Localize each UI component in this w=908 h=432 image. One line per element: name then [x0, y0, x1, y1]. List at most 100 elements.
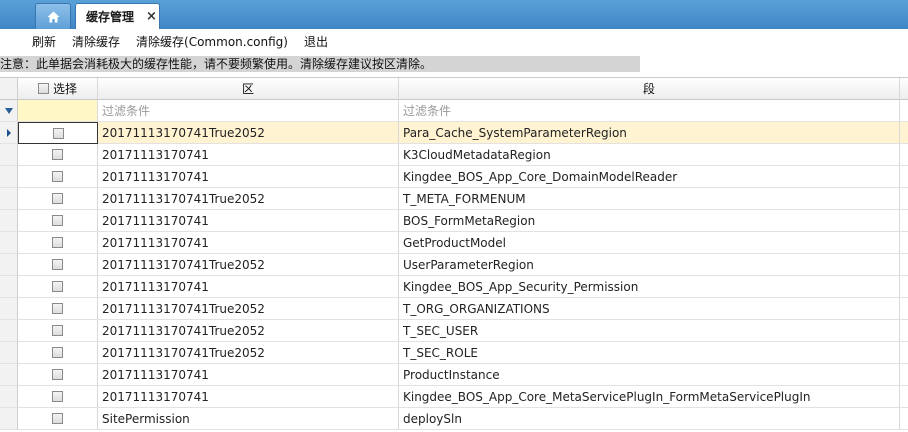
- table-row[interactable]: 20171113170741 Kingdee_BOS_App_Core_MetaS…: [0, 386, 908, 408]
- row-filler: [900, 408, 908, 430]
- row-header[interactable]: [0, 122, 18, 144]
- table-row[interactable]: 20171113170741True2052 T_ORG_ORGANIZATION…: [0, 298, 908, 320]
- row-checkbox[interactable]: [52, 127, 64, 139]
- select-filter-cell[interactable]: [18, 100, 98, 122]
- row-header[interactable]: [0, 232, 18, 254]
- segment-cell[interactable]: Kingdee_BOS_App_Security_Permission: [399, 276, 900, 298]
- row-checkbox[interactable]: [52, 391, 63, 402]
- row-checkbox[interactable]: [52, 259, 63, 270]
- region-cell[interactable]: 20171113170741: [98, 210, 399, 232]
- row-select-cell[interactable]: [18, 386, 98, 408]
- row-select-cell[interactable]: [18, 276, 98, 298]
- row-header[interactable]: [0, 342, 18, 364]
- row-select-cell[interactable]: [18, 364, 98, 386]
- clear-common-cache-button[interactable]: 清除缓存(Common.config): [128, 31, 296, 53]
- row-select-cell[interactable]: [18, 408, 98, 430]
- region-cell[interactable]: 20171113170741: [98, 364, 399, 386]
- table-row[interactable]: 20171113170741 GetProductModel: [0, 232, 908, 254]
- row-checkbox[interactable]: [52, 347, 63, 358]
- region-cell[interactable]: 20171113170741True2052: [98, 254, 399, 276]
- segment-cell[interactable]: T_ORG_ORGANIZATIONS: [399, 298, 900, 320]
- table-row[interactable]: 20171113170741True2052 T_SEC_ROLE: [0, 342, 908, 364]
- table-row[interactable]: 20171113170741 Kingdee_BOS_App_Security_P…: [0, 276, 908, 298]
- row-header[interactable]: [0, 298, 18, 320]
- row-checkbox[interactable]: [52, 325, 63, 336]
- table-row[interactable]: 20171113170741True2052 UserParameterRegio…: [0, 254, 908, 276]
- segment-cell[interactable]: T_META_FORMENUM: [399, 188, 900, 210]
- segment-cell[interactable]: GetProductModel: [399, 232, 900, 254]
- segment-cell[interactable]: T_SEC_USER: [399, 320, 900, 342]
- row-checkbox[interactable]: [52, 237, 63, 248]
- segment-cell[interactable]: T_SEC_ROLE: [399, 342, 900, 364]
- row-select-cell[interactable]: [18, 232, 98, 254]
- row-header[interactable]: [0, 408, 18, 430]
- row-select-cell[interactable]: [18, 166, 98, 188]
- row-checkbox[interactable]: [52, 413, 63, 424]
- close-icon[interactable]: ×: [146, 9, 157, 24]
- segment-cell[interactable]: Kingdee_BOS_App_Core_DomainModelReader: [399, 166, 900, 188]
- row-header[interactable]: [0, 254, 18, 276]
- row-select-cell[interactable]: [18, 320, 98, 342]
- select-all-checkbox[interactable]: [37, 83, 49, 94]
- row-checkbox[interactable]: [52, 149, 63, 160]
- row-checkbox[interactable]: [52, 193, 63, 204]
- region-cell[interactable]: 20171113170741: [98, 386, 399, 408]
- region-cell[interactable]: 20171113170741True2052: [98, 342, 399, 364]
- tab-cache-management[interactable]: 缓存管理 ×: [75, 3, 160, 29]
- row-checkbox[interactable]: [52, 303, 63, 314]
- segment-filter-input[interactable]: 过滤条件: [399, 100, 900, 122]
- segment-cell[interactable]: Kingdee_BOS_App_Core_MetaServicePlugIn_F…: [399, 386, 900, 408]
- refresh-button[interactable]: 刷新: [24, 31, 64, 53]
- row-select-cell[interactable]: [18, 210, 98, 232]
- segment-cell[interactable]: deploySln: [399, 408, 900, 430]
- row-select-cell[interactable]: [18, 298, 98, 320]
- row-select-cell[interactable]: [18, 144, 98, 166]
- row-select-cell[interactable]: [18, 188, 98, 210]
- clear-cache-button[interactable]: 清除缓存: [64, 31, 128, 53]
- select-all-header[interactable]: 选择: [18, 78, 98, 100]
- table-row[interactable]: 20171113170741 Kingdee_BOS_App_Core_Domai…: [0, 166, 908, 188]
- table-row[interactable]: 20171113170741True2052 T_META_FORMENUM: [0, 188, 908, 210]
- exit-button[interactable]: 退出: [296, 31, 336, 53]
- table-row[interactable]: 20171113170741 BOS_FormMetaRegion: [0, 210, 908, 232]
- table-row[interactable]: 20171113170741 ProductInstance: [0, 364, 908, 386]
- region-cell[interactable]: 20171113170741: [98, 144, 399, 166]
- region-cell[interactable]: 20171113170741: [98, 276, 399, 298]
- table-row[interactable]: 20171113170741True2052 Para_Cache_SystemP…: [0, 122, 908, 144]
- region-cell[interactable]: 20171113170741True2052: [98, 298, 399, 320]
- table-row[interactable]: SitePermission deploySln: [0, 408, 908, 430]
- segment-cell[interactable]: ProductInstance: [399, 364, 900, 386]
- region-cell[interactable]: 20171113170741: [98, 232, 399, 254]
- table-row[interactable]: 20171113170741True2052 T_SEC_USER: [0, 320, 908, 342]
- row-header[interactable]: [0, 210, 18, 232]
- row-select-cell[interactable]: [18, 342, 98, 364]
- filter-filler: [900, 100, 908, 122]
- region-column-header[interactable]: 区: [98, 78, 399, 100]
- row-header[interactable]: [0, 188, 18, 210]
- row-checkbox[interactable]: [52, 171, 63, 182]
- table-row[interactable]: 20171113170741 K3CloudMetadataRegion: [0, 144, 908, 166]
- segment-cell[interactable]: BOS_FormMetaRegion: [399, 210, 900, 232]
- row-header[interactable]: [0, 166, 18, 188]
- tab-home[interactable]: [35, 3, 71, 29]
- region-cell[interactable]: 20171113170741: [98, 166, 399, 188]
- row-header[interactable]: [0, 320, 18, 342]
- row-header[interactable]: [0, 144, 18, 166]
- row-checkbox[interactable]: [52, 369, 63, 380]
- row-select-cell[interactable]: [18, 254, 98, 276]
- segment-column-header[interactable]: 段: [399, 78, 900, 100]
- segment-cell[interactable]: Para_Cache_SystemParameterRegion: [399, 122, 900, 144]
- region-cell[interactable]: SitePermission: [98, 408, 399, 430]
- region-cell[interactable]: 20171113170741True2052: [98, 320, 399, 342]
- segment-cell[interactable]: K3CloudMetadataRegion: [399, 144, 900, 166]
- row-header[interactable]: [0, 276, 18, 298]
- segment-cell[interactable]: UserParameterRegion: [399, 254, 900, 276]
- region-cell[interactable]: 20171113170741True2052: [98, 188, 399, 210]
- region-cell[interactable]: 20171113170741True2052: [98, 122, 399, 144]
- region-filter-input[interactable]: 过滤条件: [98, 100, 399, 122]
- row-checkbox[interactable]: [52, 215, 63, 226]
- row-select-cell[interactable]: [18, 122, 98, 144]
- row-header[interactable]: [0, 364, 18, 386]
- row-checkbox[interactable]: [52, 281, 63, 292]
- row-header[interactable]: [0, 386, 18, 408]
